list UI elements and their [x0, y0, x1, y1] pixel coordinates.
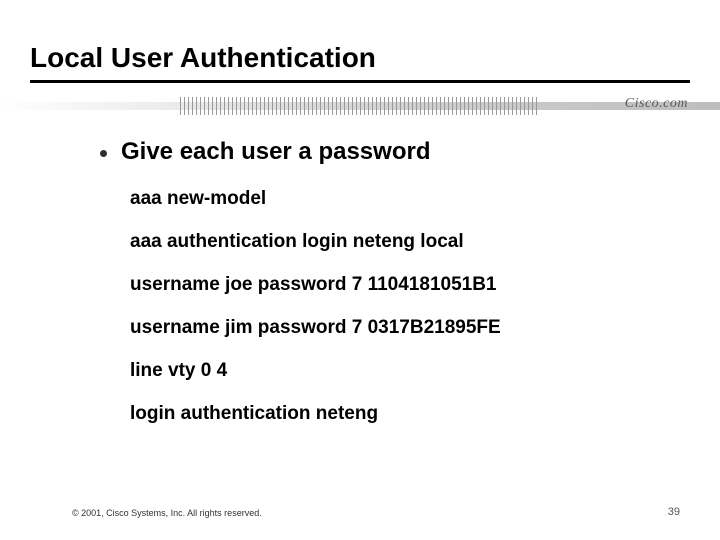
title-underline [30, 80, 690, 83]
brand-label: Cisco.com [625, 96, 688, 112]
config-line: username jim password 7 0317B21895FE [130, 317, 660, 339]
config-line: username joe password 7 1104181051B1 [130, 274, 660, 296]
bullet-icon [100, 150, 107, 157]
config-line: aaa new-model [130, 188, 660, 210]
slide-title: Local User Authentication [30, 42, 376, 74]
config-line: aaa authentication login neteng local [130, 231, 660, 253]
content-area: Give each user a password aaa new-model … [100, 138, 660, 446]
slide: Local User Authentication Cisco.com [0, 0, 720, 540]
header-divider [0, 94, 720, 118]
config-block: aaa new-model aaa authentication login n… [130, 188, 660, 425]
config-line: login authentication neteng [130, 403, 660, 425]
config-line: line vty 0 4 [130, 360, 660, 382]
bullet-text: Give each user a password [121, 138, 430, 166]
footer-page-number: 39 [668, 506, 680, 518]
bullet-item: Give each user a password [100, 138, 660, 166]
tick-marks [180, 96, 565, 116]
footer-copyright: © 2001, Cisco Systems, Inc. All rights r… [72, 508, 262, 518]
